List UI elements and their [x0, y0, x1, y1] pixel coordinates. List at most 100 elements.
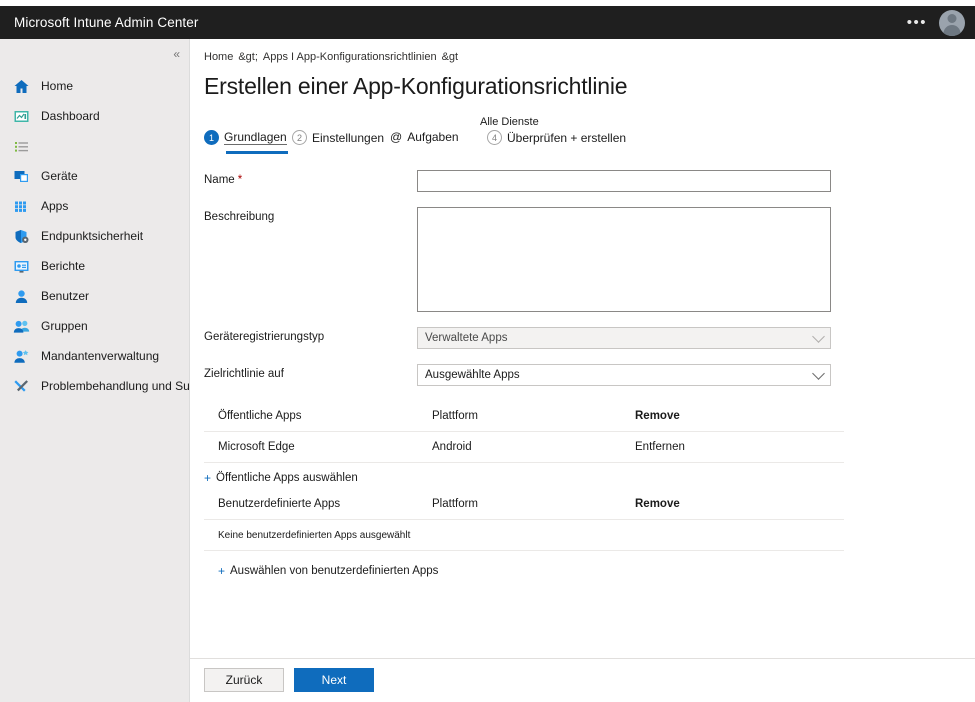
- table-header-row: Benutzerdefinierte Apps Plattform Remove: [204, 489, 844, 520]
- sidebar-item-label: Mandantenverwaltung: [41, 349, 160, 363]
- sidebar-item-benutzer[interactable]: Benutzer: [0, 281, 189, 311]
- public-apps-header-name: Öffentliche Apps: [218, 410, 302, 422]
- target-policy-select[interactable]: Ausgewählte Apps: [417, 364, 831, 386]
- sidebar-item-label: Berichte: [41, 259, 86, 273]
- sidebar-item-all-services[interactable]: [0, 131, 189, 161]
- collapse-sidebar-icon[interactable]: «: [173, 48, 180, 60]
- field-enrollment-type: Geräteregistrierungstyp Verwaltete Apps: [204, 327, 844, 349]
- app-header: Microsoft Intune Admin Center •••: [0, 6, 975, 39]
- sidebar-item-geraete[interactable]: Geräte: [0, 161, 189, 191]
- tenant-administration-icon: [13, 348, 30, 365]
- custom-apps-header-remove: Remove: [635, 498, 680, 510]
- custom-apps-header-name: Benutzerdefinierte Apps: [218, 498, 341, 510]
- public-apps-header-remove: Remove: [635, 410, 680, 422]
- users-person-icon: [13, 288, 30, 305]
- sidebar-item-label: Endpunktsicherheit: [41, 229, 144, 243]
- step-number-3: @: [390, 130, 403, 144]
- name-label: Name *: [204, 170, 417, 186]
- endpoint-security-shield-icon: [13, 228, 30, 245]
- more-options-icon[interactable]: •••: [899, 11, 935, 34]
- enrollment-type-select[interactable]: Verwaltete Apps: [417, 327, 831, 349]
- sidebar-item-label: Geräte: [41, 169, 78, 183]
- description-label: Beschreibung: [204, 211, 275, 223]
- plus-icon: +: [218, 564, 226, 578]
- select-public-apps-link[interactable]: + Öffentliche Apps auswählen: [190, 463, 975, 489]
- target-policy-label: Zielrichtlinie auf: [204, 368, 284, 380]
- breadcrumb-separator: &gt;: [238, 51, 258, 63]
- breadcrumb-home[interactable]: Home: [204, 51, 233, 63]
- wizard-steps: 1 Grundlagen 2 Einstellungen @ Aufgaben …: [204, 116, 975, 156]
- field-name: Name *: [204, 170, 844, 192]
- active-step-underline: [226, 151, 288, 154]
- select-custom-apps-link[interactable]: + Auswählen von benutzerdefinierten Apps: [204, 551, 975, 582]
- sidebar-item-label: Apps: [41, 199, 69, 213]
- step-number-1: 1: [204, 130, 219, 145]
- name-input[interactable]: [417, 170, 831, 192]
- app-name: Microsoft Edge: [218, 441, 295, 453]
- main-content: Home &gt; Apps I App-Konfigurationsricht…: [190, 39, 975, 702]
- user-avatar-icon[interactable]: [939, 9, 965, 36]
- sidebar-item-label: Dashboard: [41, 109, 100, 123]
- breadcrumb: Home &gt; Apps I App-Konfigurationsricht…: [190, 39, 975, 63]
- all-services-list-icon: [13, 138, 30, 155]
- sidebar-collapse-row: «: [0, 41, 189, 67]
- next-button[interactable]: Next: [294, 668, 374, 692]
- sidebar-item-label: Home: [41, 79, 74, 93]
- custom-apps-empty-row: Keine benutzerdefinierten Apps ausgewähl…: [204, 520, 844, 551]
- tab-grundlagen[interactable]: 1 Grundlagen: [204, 130, 287, 145]
- basics-form: Name * Beschreibung Geräteregistrierungst…: [204, 170, 844, 386]
- sidebar-item-berichte[interactable]: Berichte: [0, 251, 189, 281]
- sidebar-item-apps[interactable]: Apps: [0, 191, 189, 221]
- sidebar-item-label: Benutzer: [41, 289, 90, 303]
- step-label-einstellungen: Einstellungen: [312, 130, 385, 145]
- sidebar-item-label: Gruppen: [41, 319, 88, 333]
- tab-einstellungen[interactable]: 2 Einstellungen: [292, 130, 384, 145]
- custom-apps-table: Benutzerdefinierte Apps Plattform Remove…: [204, 489, 844, 551]
- table-header-row: Öffentliche Apps Plattform Remove: [204, 401, 844, 432]
- sidebar-item-endpunktsicherheit[interactable]: Endpunktsicherheit: [0, 221, 189, 251]
- troubleshooting-support-icon: [13, 378, 30, 395]
- custom-apps-empty-text: Keine benutzerdefinierten Apps ausgewähl…: [218, 529, 411, 541]
- custom-apps-header-platform: Plattform: [432, 498, 479, 510]
- enrollment-type-value: Verwaltete Apps: [417, 327, 831, 349]
- step-number-4: 4: [487, 130, 502, 145]
- sidebar-item-gruppen[interactable]: Gruppen: [0, 311, 189, 341]
- breadcrumb-separator-2: &gt: [441, 51, 459, 63]
- apps-grid-icon: [13, 198, 30, 215]
- back-button[interactable]: Zurück: [204, 668, 284, 692]
- all-services-label: Alle Dienste: [480, 116, 539, 128]
- enrollment-type-label: Geräteregistrierungstyp: [204, 331, 325, 343]
- reports-monitor-icon: [13, 258, 30, 275]
- target-policy-value: Ausgewählte Apps: [417, 364, 831, 386]
- tab-aufgaben[interactable]: @ Aufgaben: [390, 130, 459, 144]
- devices-icon: [13, 168, 30, 185]
- intune-admin-center-page: Microsoft Intune Admin Center ••• « Home: [0, 0, 975, 702]
- step-label-aufgaben: Aufgaben: [407, 130, 459, 144]
- page-body: « Home Dashboard Geräte Apps Endpunktsic…: [0, 39, 975, 702]
- wizard-footer: Zurück Next: [190, 658, 975, 702]
- app-title: Microsoft Intune Admin Center: [14, 15, 199, 30]
- step-label-ueberpruefen-erstellen: Überprüfen + erstellen: [507, 130, 627, 145]
- name-label-text: Name: [204, 174, 235, 186]
- sidebar-item-problembehandlung-und-support[interactable]: Problembehandlung und Support: [0, 371, 217, 401]
- table-row: Microsoft Edge Android Entfernen: [204, 432, 844, 463]
- select-public-apps-label: Öffentliche Apps auswählen: [216, 472, 358, 484]
- description-textarea[interactable]: [417, 207, 831, 312]
- step-label-grundlagen: Grundlagen: [224, 130, 287, 145]
- sidebar-item-home[interactable]: Home: [0, 71, 189, 101]
- plus-icon: +: [204, 471, 212, 485]
- dashboard-icon: [13, 108, 30, 125]
- sidebar-item-mandantenverwaltung[interactable]: Mandantenverwaltung: [0, 341, 189, 371]
- app-platform: Android: [432, 441, 472, 453]
- footer-buttons: Zurück Next: [190, 659, 975, 692]
- select-custom-apps-label: Auswählen von benutzerdefinierten Apps: [230, 565, 439, 577]
- breadcrumb-apps-policies[interactable]: Apps I App-Konfigurationsrichtlinien: [263, 51, 437, 63]
- sidebar: « Home Dashboard Geräte Apps Endpunktsic…: [0, 39, 217, 702]
- tab-ueberpruefen-erstellen[interactable]: 4 Überprüfen + erstellen: [487, 130, 626, 145]
- public-apps-table: Öffentliche Apps Plattform Remove Micros…: [204, 401, 844, 463]
- sidebar-item-dashboard[interactable]: Dashboard: [0, 101, 189, 131]
- page-title: Erstellen einer App-Konfigurationsrichtl…: [204, 73, 628, 99]
- remove-app-button[interactable]: Entfernen: [635, 441, 844, 453]
- required-asterisk: *: [237, 174, 243, 186]
- field-description: Beschreibung: [204, 207, 844, 312]
